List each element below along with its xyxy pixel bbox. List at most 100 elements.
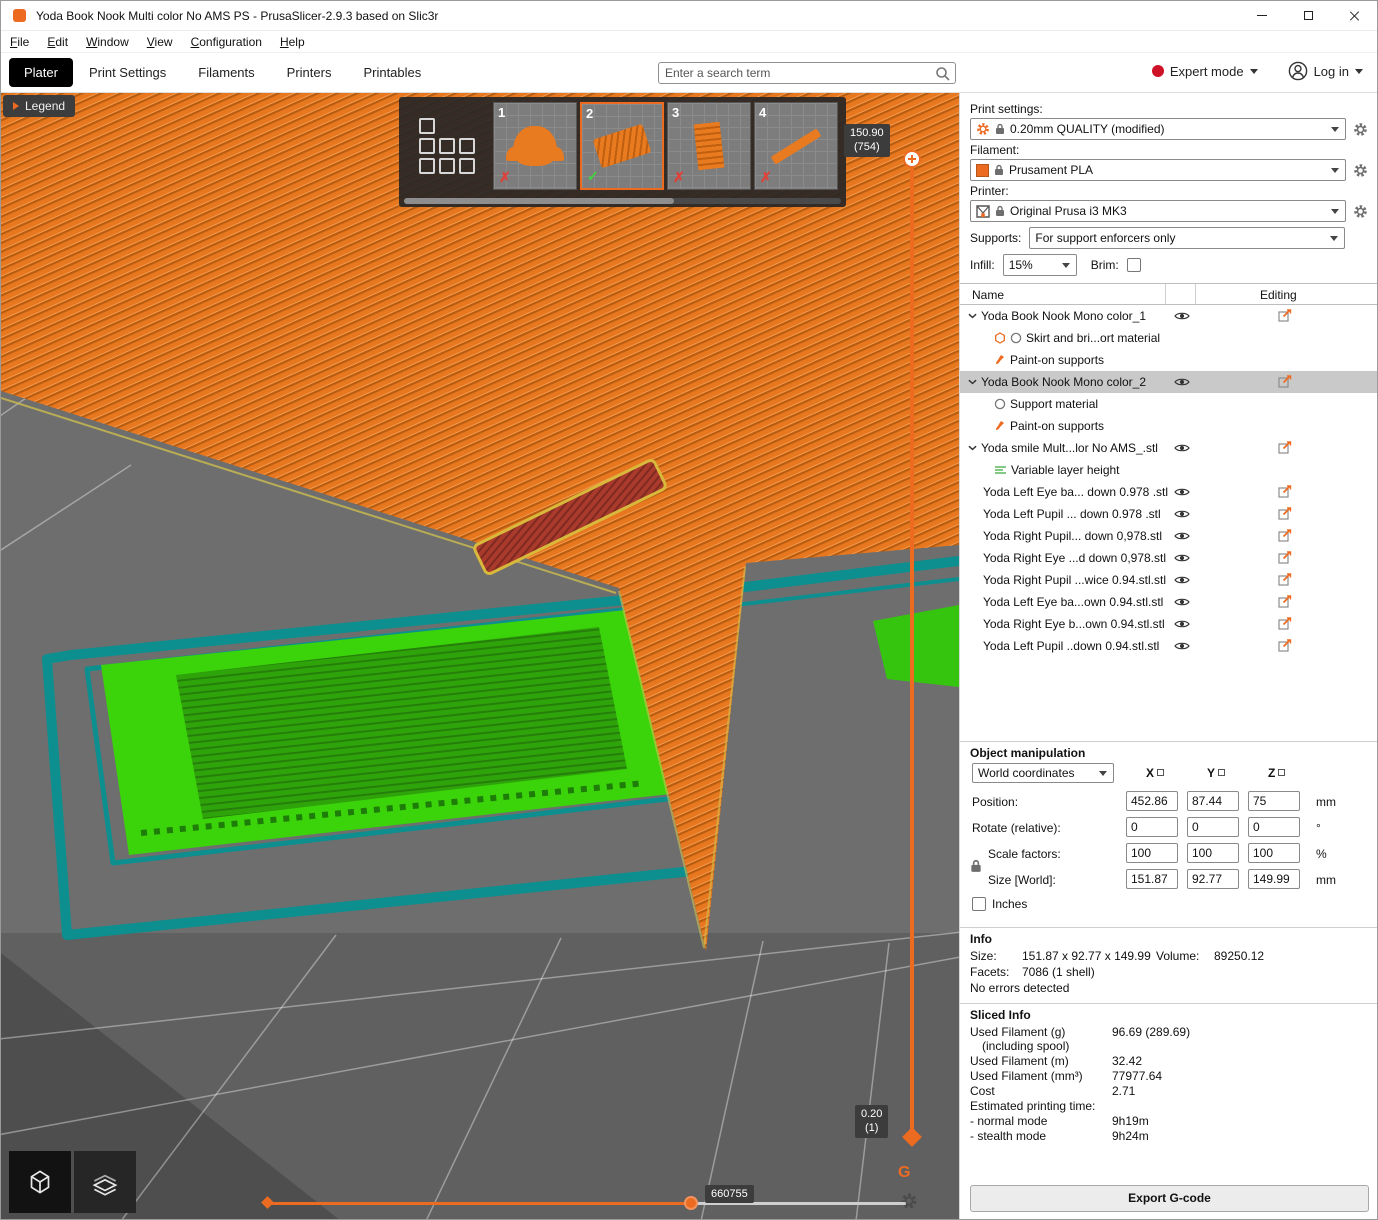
edit-icon[interactable] [1278,309,1292,322]
tree-row[interactable]: Yoda Left Pupil ..down 0.94.stl.stl [960,635,1377,657]
eye-icon[interactable] [1174,597,1190,607]
mode-selector[interactable]: Expert mode [1151,64,1258,79]
viewport-3d[interactable]: Legend 1 ✗ 2 ✓ 3 ✗ 4 ✗ 150.90 (754) 0.20… [1,93,959,1219]
eye-icon[interactable] [1174,619,1190,629]
rotate-z-input[interactable] [1248,817,1300,837]
eye-icon[interactable] [1174,553,1190,563]
tree-row[interactable]: Yoda Right Eye b...own 0.94.stl.stl [960,613,1377,635]
scale-z-input[interactable] [1248,843,1300,863]
edit-icon[interactable] [1278,617,1292,630]
gcode-jump-button[interactable]: G [898,1164,910,1182]
edit-icon[interactable] [1278,375,1292,388]
inches-checkbox[interactable] [972,897,986,911]
tab-printables[interactable]: Printables [347,58,437,87]
tree-row[interactable]: Support material [960,393,1377,415]
tree-row[interactable]: Yoda Left Eye ba... down 0.978 .stl [960,481,1377,503]
thumbnails-scrollbar[interactable] [404,198,841,204]
edit-icon[interactable] [1278,573,1292,586]
edit-icon[interactable] [1278,529,1292,542]
plate-thumbnail-4[interactable]: 4 ✗ [754,102,838,190]
tab-printers[interactable]: Printers [271,58,348,87]
eye-icon[interactable] [1174,443,1190,453]
edit-icon[interactable] [1278,441,1292,454]
maximize-button[interactable] [1285,1,1331,30]
eye-icon[interactable] [1174,311,1190,321]
tree-row[interactable]: Paint-on supports [960,349,1377,371]
eye-icon[interactable] [1174,509,1190,519]
tree-row[interactable]: Yoda Book Nook Mono color_2 [960,371,1377,393]
size-x-input[interactable] [1126,869,1178,889]
supports-combo[interactable]: For support enforcers only [1029,227,1345,249]
print-settings-gear-button[interactable] [1352,122,1369,137]
brim-checkbox[interactable] [1126,258,1141,272]
tree-row[interactable]: Yoda smile Mult...lor No AMS_.stl [960,437,1377,459]
tree-row[interactable]: Variable layer height [960,459,1377,481]
plate-thumbnail-2[interactable]: 2 ✓ [580,102,664,190]
close-button[interactable] [1331,1,1377,30]
edit-icon[interactable] [1278,485,1292,498]
layer-slider-upper-handle[interactable] [903,150,921,168]
position-z-input[interactable] [1248,791,1300,811]
layer-slider[interactable] [910,159,914,1137]
filament-combo[interactable]: Prusament PLA [970,159,1346,181]
position-x-input[interactable] [1126,791,1178,811]
eye-icon[interactable] [1174,575,1190,585]
chevron-down-icon[interactable] [968,313,977,319]
search-input[interactable] [659,66,935,80]
export-gcode-button[interactable]: Export G-code [970,1185,1369,1212]
printer-gear-button[interactable] [1352,204,1369,219]
login-button[interactable]: Log in [1288,61,1363,81]
menu-configuration[interactable]: Configuration [182,33,271,51]
filament-gear-button[interactable] [1352,163,1369,178]
thumbnails-scrollbar-thumb[interactable] [404,198,674,204]
eye-icon[interactable] [1174,487,1190,497]
edit-icon[interactable] [1278,639,1292,652]
tree-row[interactable]: Yoda Book Nook Mono color_1 [960,305,1377,327]
edit-icon[interactable] [1278,595,1292,608]
plate-thumbnail-1[interactable]: 1 ✗ [493,102,577,190]
coordinates-combo[interactable]: World coordinates [972,763,1114,783]
menu-window[interactable]: Window [77,33,138,51]
tree-row[interactable]: Yoda Right Pupil ...wice 0.94.stl.stl [960,569,1377,591]
scale-y-input[interactable] [1187,843,1239,863]
eye-icon[interactable] [1174,531,1190,541]
editor-view-button[interactable] [9,1151,71,1213]
edit-icon[interactable] [1278,551,1292,564]
rotate-y-input[interactable] [1187,817,1239,837]
plate-thumbnail-3[interactable]: 3 ✗ [667,102,751,190]
chevron-down-icon[interactable] [968,445,977,451]
preview-view-button[interactable] [74,1151,136,1213]
tree-row[interactable]: Yoda Right Pupil... down 0,978.stl [960,525,1377,547]
menu-file[interactable]: File [1,33,38,51]
tree-row[interactable]: Paint-on supports [960,415,1377,437]
move-slider-handle[interactable] [684,1196,698,1210]
chevron-down-icon[interactable] [968,379,977,385]
print-settings-combo[interactable]: 0.20mm QUALITY (modified) [970,118,1346,140]
eye-icon[interactable] [1174,377,1190,387]
tree-row[interactable]: Skirt and bri...ort material [960,327,1377,349]
size-y-input[interactable] [1187,869,1239,889]
eye-icon[interactable] [1174,641,1190,651]
slider-settings-gear-icon[interactable] [900,1192,918,1210]
tab-plater[interactable]: Plater [9,58,73,87]
printer-combo[interactable]: Original Prusa i3 MK3 [970,200,1346,222]
rotate-x-input[interactable] [1126,817,1178,837]
menu-help[interactable]: Help [271,33,314,51]
menu-view[interactable]: View [138,33,182,51]
scale-x-input[interactable] [1126,843,1178,863]
tree-row[interactable]: Yoda Left Pupil ... down 0.978 .stl [960,503,1377,525]
position-y-input[interactable] [1187,791,1239,811]
size-z-input[interactable] [1248,869,1300,889]
legend-button[interactable]: Legend [3,95,76,117]
edit-icon[interactable] [1278,507,1292,520]
search-icon[interactable] [935,66,950,81]
infill-combo[interactable]: 15% [1002,254,1077,276]
tree-row[interactable]: Yoda Right Eye ...d down 0,978.stl [960,547,1377,569]
all-plates-button[interactable] [404,102,490,190]
tree-row[interactable]: Yoda Left Eye ba...own 0.94.stl.stl [960,591,1377,613]
menu-edit[interactable]: Edit [38,33,77,51]
minimize-button[interactable] [1239,1,1285,30]
uniform-scale-lock-icon[interactable] [970,859,982,873]
tab-print-settings[interactable]: Print Settings [73,58,182,87]
tab-filaments[interactable]: Filaments [182,58,270,87]
